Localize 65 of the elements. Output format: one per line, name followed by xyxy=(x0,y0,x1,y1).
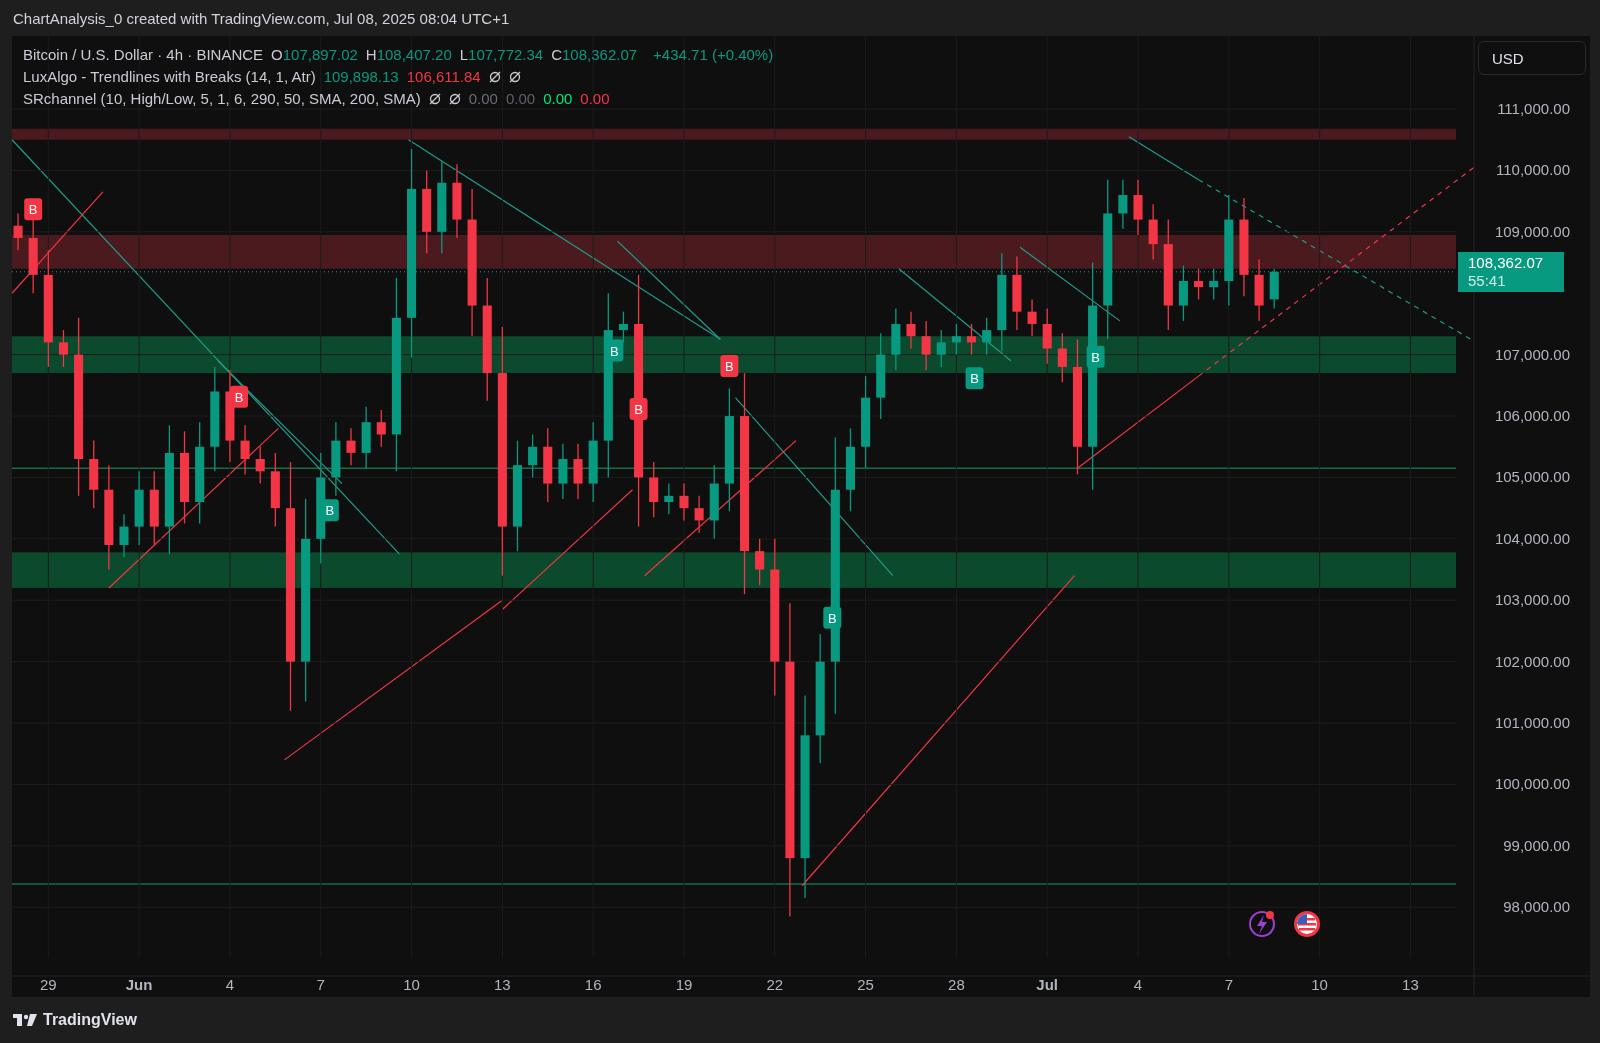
lightning-icon[interactable] xyxy=(1249,911,1275,937)
last-price: 108,362.07 xyxy=(1468,253,1545,272)
price-axis-label: 107,000.00 xyxy=(1494,345,1570,363)
symbol-label[interactable]: Bitcoin / U.S. Dollar · 4h · BINANCE xyxy=(23,46,264,63)
ohlc-key: C xyxy=(551,46,562,63)
date-axis-label: Jul xyxy=(1036,976,1059,993)
brand-name: TradingView xyxy=(43,1011,137,1029)
bar-countdown: 55:41 xyxy=(1468,271,1507,290)
date-axis-label: 7 xyxy=(316,976,325,993)
price-axis-label: 102,000.00 xyxy=(1494,652,1570,670)
indicator-value: 0.00 xyxy=(505,90,536,107)
date-axis-label: 10 xyxy=(1311,976,1328,993)
date-axis-label: 13 xyxy=(1402,976,1419,993)
date-axis-label: 25 xyxy=(857,976,874,993)
price-axis-label: 103,000.00 xyxy=(1494,591,1570,609)
indicator-value: 0.00 xyxy=(543,90,573,107)
break-label: B xyxy=(230,385,248,408)
ohlc-value: 108,362.07 xyxy=(562,46,638,63)
indicator-value: 106,611.84 xyxy=(406,68,481,85)
date-axis-label: 22 xyxy=(766,976,784,993)
slashed-circle-icon[interactable] xyxy=(488,70,501,83)
chart-title: ChartAnalysis_0 created with TradingView.com, Jul 08, 2025 08:04 UTC+1 xyxy=(13,9,510,27)
logo-icon xyxy=(13,1013,37,1027)
ohlc-value: 107,897.02 xyxy=(282,46,358,63)
price-axis-label: 100,000.00 xyxy=(1494,775,1570,793)
break-label: B xyxy=(24,198,43,221)
indicator-value: 0.00 xyxy=(580,90,610,107)
price-axis-label: 109,000.00 xyxy=(1494,222,1570,240)
indicator-value: 0.00 xyxy=(468,90,498,107)
break-label: B xyxy=(720,354,739,377)
ohlc-key: O xyxy=(271,46,283,63)
currency-button[interactable]: USD xyxy=(1478,41,1586,75)
indicator-value: 109,898.13 xyxy=(323,68,399,85)
ohlc-value: 108,407.20 xyxy=(376,46,452,63)
slashed-circle-icon[interactable] xyxy=(448,92,461,105)
price-axis-label: 104,000.00 xyxy=(1494,529,1570,547)
price-change: +434.71 (+0.40%) xyxy=(653,46,774,63)
date-axis-label: 4 xyxy=(1133,976,1143,993)
date-axis-label: 4 xyxy=(225,976,235,993)
flag-icon[interactable] xyxy=(1294,911,1320,937)
ohlc-key: L xyxy=(459,46,469,63)
ohlc-value: 107,772.34 xyxy=(468,46,544,63)
date-axis-label: 7 xyxy=(1224,976,1233,993)
price-axis-label: 110,000.00 xyxy=(1496,161,1570,179)
indicator-name[interactable]: SRchannel (10, High/Low, 5, 1, 6, 290, 50, SMA, 200, SMA) xyxy=(23,90,421,107)
date-axis-label: 13 xyxy=(494,976,511,993)
date-axis-label: 19 xyxy=(675,976,693,993)
price-axis-label: 98,000.00 xyxy=(1503,898,1570,916)
indicator-name[interactable]: LuxAlgo - Trendlines with Breaks (14, 1, Atr) xyxy=(23,68,316,85)
break-label: B xyxy=(629,397,648,420)
price-axis-label: 111,000.00 xyxy=(1497,100,1570,118)
slashed-circle-icon[interactable] xyxy=(428,92,441,105)
date-axis-label: 29 xyxy=(40,976,57,993)
price-axis-label: 99,000.00 xyxy=(1503,836,1570,854)
date-axis-label: 10 xyxy=(403,976,420,993)
price-axis-label: 106,000.00 xyxy=(1494,407,1570,425)
date-axis-label: 16 xyxy=(584,976,602,993)
price-axis-label: 105,000.00 xyxy=(1494,468,1570,486)
break-label: B xyxy=(965,367,984,390)
slashed-circle-icon[interactable] xyxy=(508,70,521,83)
ohlc-key: H xyxy=(365,46,377,63)
price-axis-label: 101,000.00 xyxy=(1494,714,1570,732)
date-axis-label: Jun xyxy=(125,976,153,993)
date-axis-label: 28 xyxy=(948,976,965,993)
break-label: B xyxy=(823,606,842,629)
